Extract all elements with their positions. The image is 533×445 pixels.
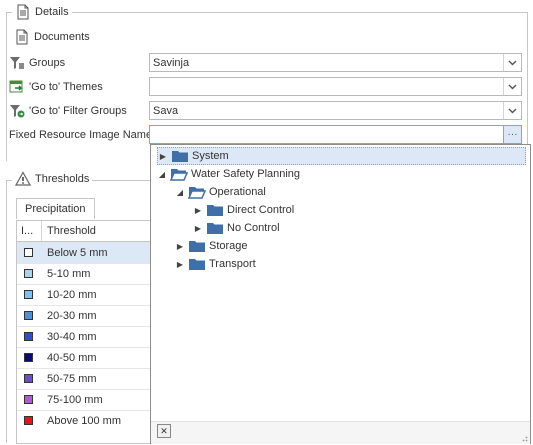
tree-node-label: Direct Control [227,204,295,216]
folder-open-icon [187,185,207,199]
goto-filter-groups-select[interactable]: Sava [149,101,522,120]
filter-icon [10,57,24,69]
folder-open-icon [169,167,189,181]
goto-filter-groups-value: Sava [153,105,179,117]
folder-icon [171,149,189,163]
caret-right-icon[interactable]: ▶ [158,151,168,161]
color-swatch [24,332,33,341]
tree-node[interactable]: ▶ System [157,147,526,165]
tree-node[interactable]: ◢ Operational [175,183,266,201]
color-swatch [24,290,33,299]
fixed-image-label: Fixed Resource Image Name [9,129,153,141]
chevron-down-icon[interactable] [503,102,521,119]
thresholds-header[interactable]: Thresholds [12,171,93,187]
close-icon: ✕ [160,425,168,436]
color-swatch [24,395,33,404]
threshold-label: 20-30 mm [47,310,97,322]
groups-value: Savinja [153,57,190,69]
chevron-down-icon[interactable] [503,54,521,71]
goto-themes-icon [9,80,23,93]
tree-node[interactable]: ▶ No Control [193,219,280,237]
popup-footer [151,421,530,444]
column-header-icon[interactable]: I... [21,225,33,237]
table-row[interactable]: 75-100 mm [17,389,157,410]
caret-down-icon[interactable]: ◢ [157,169,167,179]
folder-icon [188,239,206,253]
column-header-threshold[interactable]: Threshold [47,225,96,237]
folder-icon [206,203,224,217]
color-swatch [24,353,33,362]
color-swatch [24,416,33,425]
chevron-down-icon[interactable] [503,78,521,95]
threshold-label: Below 5 mm [47,247,108,259]
tree-node[interactable]: ▶ Direct Control [193,201,294,219]
documents-label: Documents [34,31,90,43]
goto-filter-icon [10,105,25,118]
caret-right-icon[interactable]: ▶ [175,241,185,251]
threshold-label: Above 100 mm [47,415,121,427]
thresholds-grid: I... Threshold Below 5 mm 5-10 mm 10-20 mm… [16,220,157,444]
resize-grip-icon[interactable] [520,433,528,442]
column-divider [41,221,42,241]
color-swatch [24,269,33,278]
tree-node[interactable]: ▶ Storage [175,237,248,255]
tree-node-label: Water Safety Planning [191,168,301,180]
details-header[interactable]: Details [12,4,72,20]
goto-themes-select[interactable] [149,77,522,96]
table-row[interactable]: Below 5 mm [17,242,157,263]
documents-row[interactable]: Documents [14,29,90,45]
tab-precipitation-label: Precipitation [25,203,86,215]
tree-dropdown-popup: ▶ System ◢ Water Safety Planning ◢ Operationa… [150,144,531,444]
details-header-label: Details [35,6,69,18]
tree-items: ▶ System ◢ Water Safety Planning ◢ Operationa… [151,145,530,415]
caret-right-icon[interactable]: ▶ [175,259,185,269]
caret-right-icon[interactable]: ▶ [193,223,203,233]
ellipsis-button[interactable]: ··· [503,126,521,143]
table-row[interactable]: 30-40 mm [17,326,157,347]
table-row[interactable]: 40-50 mm [17,347,157,368]
color-swatch [24,248,33,257]
tab-precipitation[interactable]: Precipitation [16,198,95,219]
threshold-label: 5-10 mm [47,268,91,280]
table-row[interactable]: Above 100 mm [17,410,157,431]
tree-node-label: Storage [209,240,248,252]
close-popup-button[interactable]: ✕ [157,424,171,438]
table-row[interactable]: 20-30 mm [17,305,157,326]
page-icon [17,4,29,20]
color-swatch [24,311,33,320]
caret-right-icon[interactable]: ▶ [193,205,203,215]
threshold-label: 50-75 mm [47,373,97,385]
tree-node-label: No Control [227,222,280,234]
grid-rows: Below 5 mm 5-10 mm 10-20 mm 20-30 mm 30-40 m… [17,242,157,443]
folder-icon [188,257,206,271]
tree-node-label: Transport [209,258,256,270]
ellipsis-label: ··· [507,129,518,140]
folder-icon [206,221,224,235]
table-row[interactable]: 50-75 mm [17,368,157,389]
goto-filter-groups-label: 'Go to' Filter Groups [29,105,127,117]
threshold-label: 30-40 mm [47,331,97,343]
warning-icon [15,171,31,186]
threshold-label: 75-100 mm [47,394,103,406]
table-row[interactable]: 5-10 mm [17,263,157,284]
tree-node-label: System [192,150,229,162]
groups-select[interactable]: Savinja [149,53,522,72]
tree-node[interactable]: ◢ Water Safety Planning [157,165,300,183]
tree-node[interactable]: ▶ Transport [175,255,256,273]
fixed-image-input[interactable]: ··· [149,125,522,144]
threshold-label: 40-50 mm [47,352,97,364]
grid-header: I... Threshold [17,221,157,242]
groups-label: Groups [29,57,66,69]
threshold-label: 10-20 mm [47,289,97,301]
thresholds-header-label: Thresholds [35,173,90,185]
tree-node-label: Operational [209,186,266,198]
document-icon [16,29,28,45]
caret-down-icon[interactable]: ◢ [175,187,185,197]
table-row[interactable]: 10-20 mm [17,284,157,305]
color-swatch [24,374,33,383]
goto-themes-label: 'Go to' Themes [29,81,103,93]
